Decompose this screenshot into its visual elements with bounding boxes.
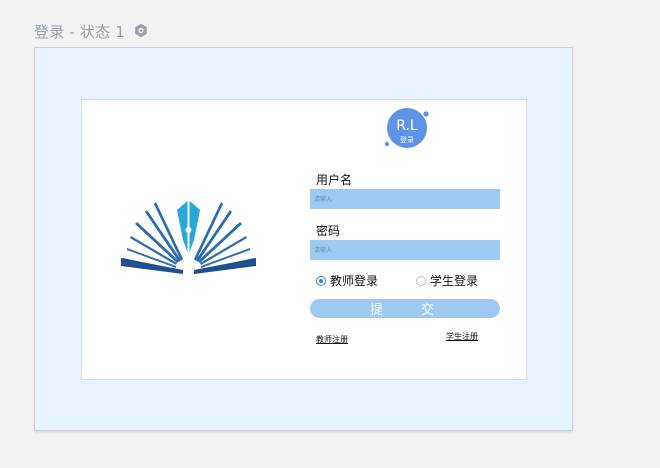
book-logo: [121, 200, 256, 275]
password-input[interactable]: [310, 240, 500, 260]
radio-teacher-login[interactable]: 教师登录: [316, 272, 378, 289]
username-input[interactable]: [310, 189, 500, 209]
radio-student-login[interactable]: 学生登录: [416, 272, 478, 289]
rl-logo: R.L 登录: [381, 108, 433, 150]
teacher-register-link[interactable]: 教师注册: [316, 334, 348, 345]
role-radio-group: 教师登录 学生登录: [316, 272, 506, 288]
gear-icon[interactable]: [133, 23, 149, 39]
panel-title-text: 登录 - 状态 1: [34, 22, 126, 41]
radio-teacher-login-dot[interactable]: [316, 275, 326, 286]
submit-button[interactable]: 提交: [310, 299, 500, 318]
radio-teacher-login-label: 教师登录: [330, 274, 379, 288]
rl-logo-subtext: 登录: [400, 135, 414, 144]
radio-student-login-dot[interactable]: [416, 275, 426, 286]
panel-title: 登录 - 状态 1: [34, 20, 149, 42]
radio-student-login-label: 学生登录: [430, 274, 479, 288]
student-register-link[interactable]: 学生注册: [446, 331, 478, 342]
password-label: 密码: [316, 224, 341, 238]
rl-logo-text: R.L: [396, 118, 418, 134]
username-label: 用户名: [316, 173, 353, 187]
